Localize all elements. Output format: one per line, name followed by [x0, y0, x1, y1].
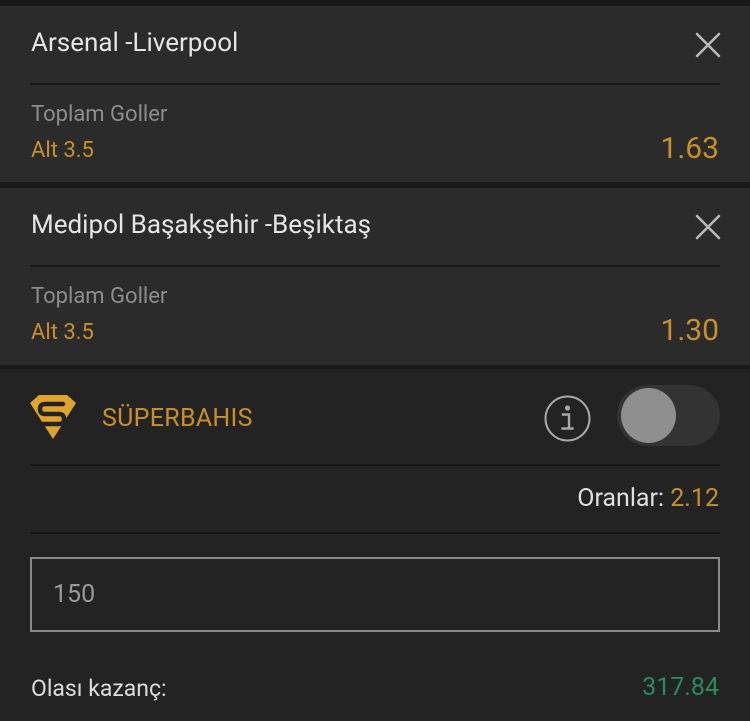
superbahis-label: SÜPERBAHIS — [102, 404, 253, 433]
divider — [30, 265, 720, 267]
total-odds-label: Oranlar: — [577, 484, 665, 513]
selection-name: Alt 3.5 — [31, 320, 94, 345]
selection-name: Alt 3.5 — [31, 138, 94, 163]
superbahis-logo-icon — [28, 393, 78, 441]
bet-odds: 1.30 — [660, 313, 720, 348]
divider — [30, 83, 720, 85]
divider — [30, 464, 720, 466]
bet-card: Arsenal -Liverpool Toplam Goller Alt 3.5… — [0, 6, 750, 182]
total-odds-value: 2.12 — [670, 484, 719, 513]
info-icon[interactable] — [544, 395, 591, 442]
match-title: Medipol Başakşehir -Beşiktaş — [31, 210, 372, 240]
market-name: Toplam Goller — [31, 102, 168, 127]
match-title: Arsenal -Liverpool — [31, 28, 239, 58]
potential-win-label: Olası kazanç: — [31, 675, 167, 702]
bet-card: Medipol Başakşehir -Beşiktaş Toplam Goll… — [0, 188, 750, 365]
superbahis-toggle[interactable] — [617, 385, 720, 446]
market-name: Toplam Goller — [31, 284, 168, 309]
total-odds: Oranlar: 2.12 — [577, 484, 719, 513]
remove-bet-button[interactable] — [694, 213, 722, 241]
divider — [30, 532, 720, 534]
close-icon — [695, 214, 721, 240]
toggle-knob — [621, 388, 676, 443]
remove-bet-button[interactable] — [694, 31, 722, 59]
potential-win-value: 317.84 — [642, 673, 719, 702]
bet-odds: 1.63 — [660, 131, 720, 166]
stake-input[interactable] — [30, 557, 720, 632]
close-icon — [695, 32, 721, 58]
